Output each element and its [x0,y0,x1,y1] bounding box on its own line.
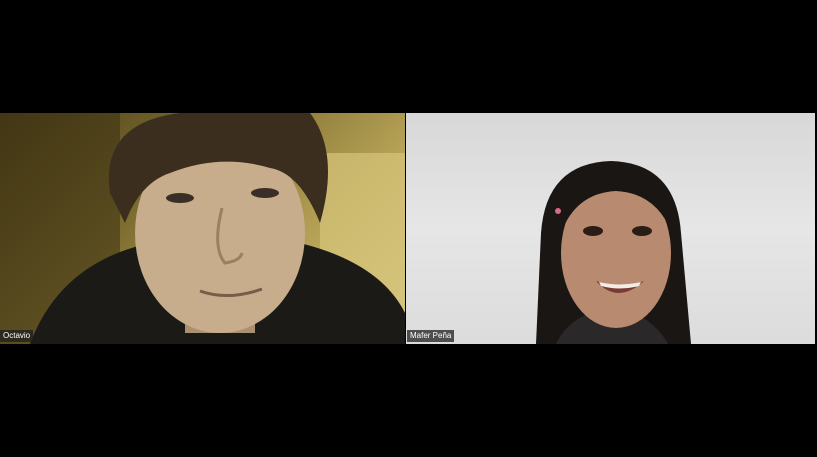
video-call-stage: Octavio Mafer Peña [0,0,817,457]
participant-video-tile[interactable]: Mafer Peña [406,113,815,344]
participant-video-tile[interactable]: Octavio [0,113,405,344]
participant-video-feed [0,113,405,344]
participant-video-feed [536,161,691,344]
participant-name-label: Mafer Peña [407,330,455,342]
participant-name-label: Octavio [0,330,34,342]
